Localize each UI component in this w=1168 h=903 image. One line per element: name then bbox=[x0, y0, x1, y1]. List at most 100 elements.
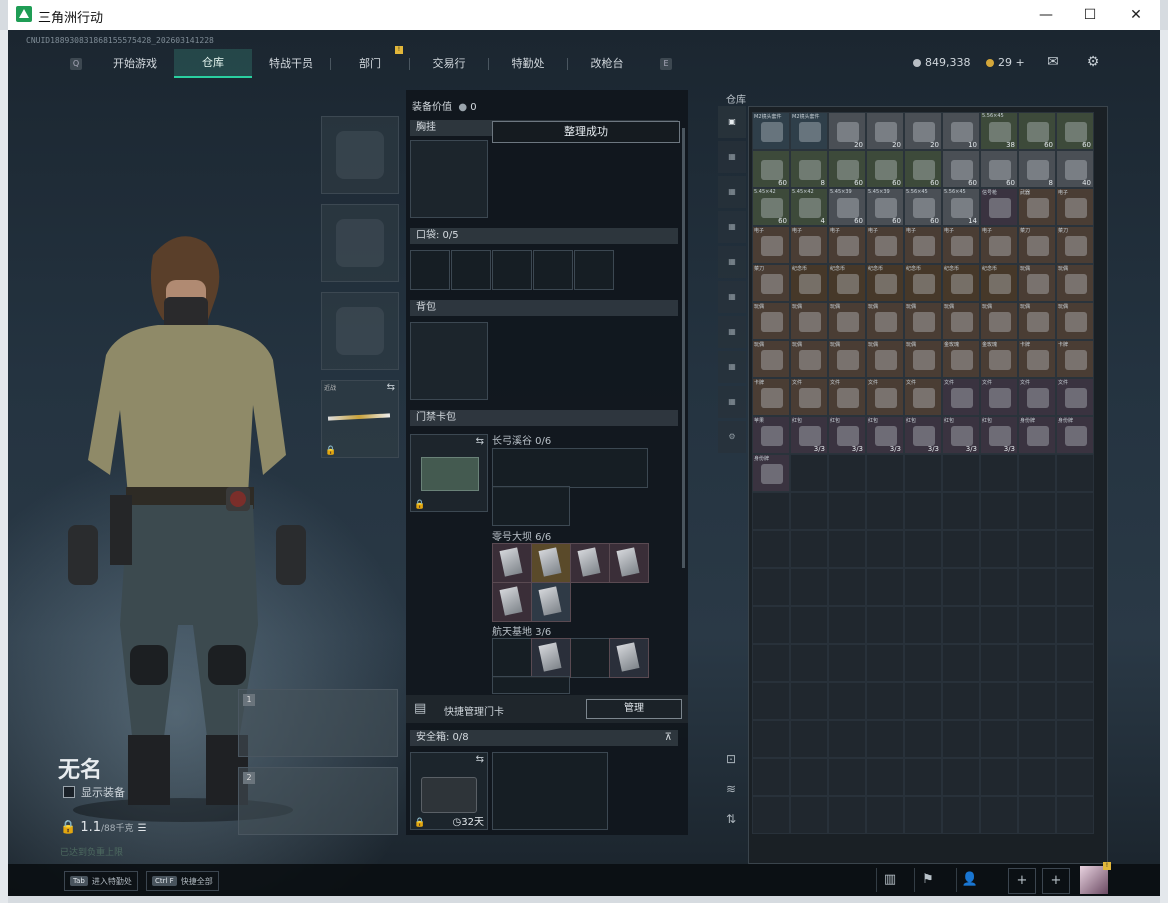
stash-item[interactable]: 玩偶 bbox=[904, 340, 942, 378]
stash-item[interactable]: 纪念币 bbox=[980, 264, 1018, 302]
sort-icon[interactable]: ⇅ bbox=[726, 812, 736, 826]
stash-empty-cell[interactable] bbox=[980, 606, 1018, 644]
friends-icon[interactable]: 👤 bbox=[956, 868, 983, 892]
stash-empty-cell[interactable] bbox=[1056, 720, 1094, 758]
stash-empty-cell[interactable] bbox=[828, 644, 866, 682]
stash-empty-cell[interactable] bbox=[866, 758, 904, 796]
stash-item[interactable]: 身份牌 bbox=[1056, 416, 1094, 454]
keycard-grid-row[interactable] bbox=[492, 486, 570, 526]
key-card-item[interactable] bbox=[531, 582, 571, 622]
stash-item[interactable]: 玩偶 bbox=[1018, 264, 1056, 302]
tab-market[interactable]: 交易行 bbox=[410, 50, 488, 77]
stash-empty-cell[interactable] bbox=[942, 796, 980, 834]
stash-empty-cell[interactable] bbox=[1018, 796, 1056, 834]
stash-tab[interactable]: ▦ bbox=[718, 211, 746, 243]
gear-icon[interactable]: ⚙ bbox=[1084, 53, 1102, 71]
stash-empty-cell[interactable] bbox=[1056, 530, 1094, 568]
key-card-item[interactable] bbox=[570, 543, 610, 583]
stash-item[interactable]: 身份牌 bbox=[1018, 416, 1056, 454]
stash-tab[interactable]: ▦ bbox=[718, 351, 746, 383]
stash-empty-cell[interactable] bbox=[866, 796, 904, 834]
stash-item[interactable]: 玩偶 bbox=[1018, 302, 1056, 340]
stash-item[interactable]: 纪念币 bbox=[828, 264, 866, 302]
tab-department[interactable]: 部门! bbox=[331, 46, 409, 77]
stash-item[interactable]: 60 bbox=[1056, 112, 1094, 150]
stash-empty-cell[interactable] bbox=[1018, 492, 1056, 530]
stash-item[interactable]: 电子 bbox=[828, 226, 866, 264]
stash-empty-cell[interactable] bbox=[942, 720, 980, 758]
stash-empty-cell[interactable] bbox=[790, 682, 828, 720]
key-card-item[interactable] bbox=[492, 582, 532, 622]
chart-icon[interactable]: ▥ bbox=[876, 868, 903, 892]
stash-empty-cell[interactable] bbox=[752, 568, 790, 606]
stash-empty-cell[interactable] bbox=[904, 606, 942, 644]
stash-item[interactable]: 玩偶 bbox=[828, 340, 866, 378]
pocket-cell[interactable] bbox=[410, 250, 450, 290]
stash-empty-cell[interactable] bbox=[790, 454, 828, 492]
key-card-item[interactable] bbox=[492, 543, 532, 583]
stash-empty-cell[interactable] bbox=[866, 454, 904, 492]
stash-empty-cell[interactable] bbox=[790, 606, 828, 644]
stash-item[interactable]: 电子 bbox=[904, 226, 942, 264]
stash-empty-cell[interactable] bbox=[1056, 492, 1094, 530]
stash-tab[interactable]: ▦ bbox=[718, 176, 746, 208]
stash-empty-cell[interactable] bbox=[942, 492, 980, 530]
maximize-button[interactable]: ☐ bbox=[1070, 3, 1110, 27]
stash-empty-cell[interactable] bbox=[980, 568, 1018, 606]
stash-item[interactable]: 纪念币 bbox=[942, 264, 980, 302]
keycard-case-slot[interactable]: ⇆ 🔒 bbox=[410, 434, 488, 512]
stash-empty-cell[interactable] bbox=[790, 492, 828, 530]
add-squad-slot-button[interactable]: + bbox=[1008, 868, 1036, 894]
stash-item[interactable]: 5.56×45 38 bbox=[980, 112, 1018, 150]
layers-icon[interactable]: ≋ bbox=[726, 782, 736, 796]
stash-empty-cell[interactable] bbox=[866, 644, 904, 682]
backpack-slot[interactable] bbox=[410, 322, 488, 400]
stash-empty-cell[interactable] bbox=[828, 796, 866, 834]
scrollbar[interactable] bbox=[682, 128, 685, 568]
primary-weapon-slot[interactable]: 1 bbox=[238, 689, 398, 757]
stash-empty-cell[interactable] bbox=[752, 720, 790, 758]
stash-empty-cell[interactable] bbox=[752, 492, 790, 530]
stash-empty-cell[interactable] bbox=[752, 682, 790, 720]
tab-start-game[interactable]: 开始游戏 bbox=[96, 50, 174, 77]
stash-item[interactable]: 菜刀 bbox=[1018, 226, 1056, 264]
key-card-item[interactable] bbox=[609, 638, 649, 678]
stash-item[interactable]: 10 bbox=[942, 112, 980, 150]
stash-empty-cell[interactable] bbox=[980, 454, 1018, 492]
stash-item[interactable]: 苹果 bbox=[752, 416, 790, 454]
stash-item[interactable]: M2镜头套件 bbox=[752, 112, 790, 150]
stash-empty-cell[interactable] bbox=[1056, 682, 1094, 720]
stash-empty-cell[interactable] bbox=[1018, 682, 1056, 720]
tab-special-office[interactable]: 特勤处 bbox=[489, 50, 567, 77]
stash-empty-cell[interactable] bbox=[904, 454, 942, 492]
stash-item[interactable]: 60 bbox=[904, 150, 942, 188]
stash-item[interactable]: 文件 bbox=[866, 378, 904, 416]
stash-item[interactable]: 60 bbox=[1018, 112, 1056, 150]
pocket-cell[interactable] bbox=[492, 250, 532, 290]
stash-item[interactable]: 文件 bbox=[828, 378, 866, 416]
stash-empty-cell[interactable] bbox=[942, 530, 980, 568]
stash-item[interactable]: 电子 bbox=[980, 226, 1018, 264]
stash-empty-cell[interactable] bbox=[942, 758, 980, 796]
stash-item[interactable]: 5.45×42 4 bbox=[790, 188, 828, 226]
stash-item[interactable]: 金玫瑰 bbox=[980, 340, 1018, 378]
stash-empty-cell[interactable] bbox=[942, 682, 980, 720]
stash-item[interactable]: 红包 3/3 bbox=[866, 416, 904, 454]
stash-empty-cell[interactable] bbox=[752, 796, 790, 834]
manage-button[interactable]: 管理 bbox=[586, 699, 682, 719]
chest-rig-slot[interactable] bbox=[410, 140, 488, 218]
stash-empty-cell[interactable] bbox=[866, 530, 904, 568]
stash-item[interactable]: 红包 3/3 bbox=[942, 416, 980, 454]
stash-empty-cell[interactable] bbox=[866, 568, 904, 606]
stash-item[interactable]: 玩偶 bbox=[866, 302, 904, 340]
stash-item[interactable]: 菜刀 bbox=[1056, 226, 1094, 264]
stash-tab[interactable]: ▦ bbox=[718, 386, 746, 418]
stash-tab[interactable]: ▦ bbox=[718, 246, 746, 278]
nav-next-key[interactable]: E bbox=[660, 57, 672, 70]
secondary-weapon-slot[interactable]: 2 bbox=[238, 767, 398, 835]
show-equip-checkbox[interactable] bbox=[63, 786, 75, 798]
stash-item[interactable]: 5.45×39 60 bbox=[866, 188, 904, 226]
stash-item[interactable]: 电子 bbox=[1056, 188, 1094, 226]
stash-item[interactable]: 电子 bbox=[752, 226, 790, 264]
stash-item[interactable]: 菜刀 bbox=[752, 264, 790, 302]
